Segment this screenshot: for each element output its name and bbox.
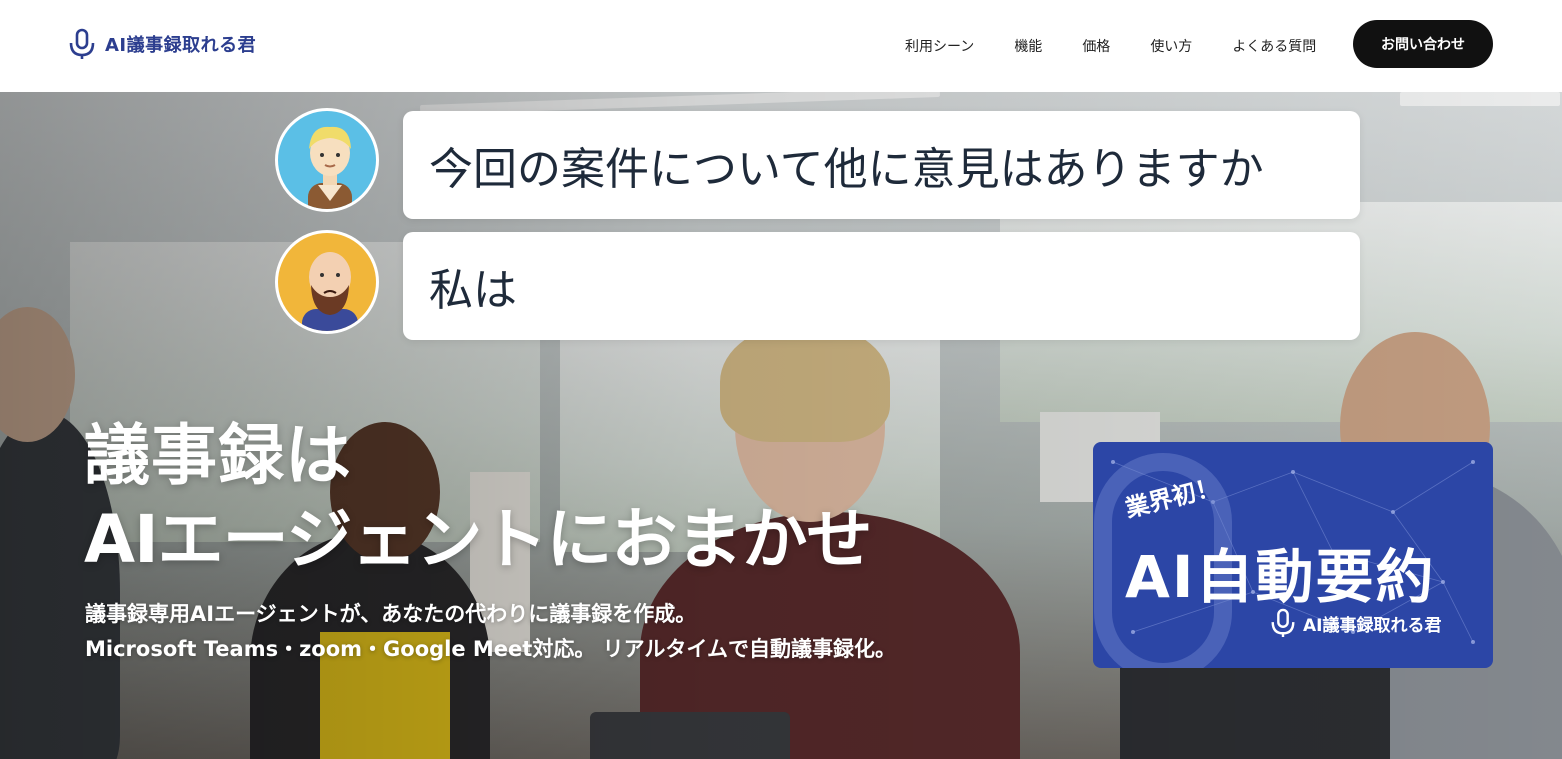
site-logo[interactable]: AI議事録取れる君 [67,28,256,60]
contact-button[interactable]: お問い合わせ [1353,20,1493,68]
nav-item-how-to-use[interactable]: 使い方 [1150,36,1192,56]
site-header: AI議事録取れる君 利用シーン 機能 価格 使い方 よくある質問 お問い合わせ [0,0,1562,92]
bearded-man-avatar [275,230,379,334]
nav-item-use-cases[interactable]: 利用シーン [905,36,974,56]
chat-bubble-reply: 私は [403,232,1360,340]
nav-item-pricing[interactable]: 価格 [1082,36,1110,56]
microphone-icon [69,28,95,59]
hero-headline: 議事録は AIエージェントにおまかせ [84,414,872,582]
hero-subtext: 議事録専用AIエージェントが、あなたの代わりに議事録を作成。 Microsoft… [85,597,896,667]
badge-logo-text: AI議事録取れる君 [1303,615,1442,636]
badge-logo: AI議事録取れる君 [1269,608,1441,638]
main-nav: 利用シーン 機能 価格 使い方 よくある質問 [905,0,1316,92]
chat-bubble-question: 今回の案件について他に意見はありますか [403,111,1360,219]
badge-main-label: AI自動要約 [1125,543,1436,611]
nav-item-faq[interactable]: よくある質問 [1232,36,1316,56]
nav-item-features[interactable]: 機能 [1014,36,1042,56]
subtext-line-2: Microsoft Teams・zoom・Google Meet対応。 リアルタ… [85,637,897,661]
headline-line-2: AIエージェントにおまかせ [84,501,872,578]
logo-text: AI議事録取れる君 [105,35,257,56]
headline-line-1: 議事録は [84,417,352,494]
subtext-line-1: 議事録専用AIエージェントが、あなたの代わりに議事録を作成。 [85,602,697,626]
microphone-icon [1271,608,1295,637]
ai-summary-badge: 業界初！ AI自動要約 AI議事録取れる君 [1093,442,1493,668]
hero-section: 今回の案件について他に意見はありますか 私は 議事録は AIエージェントにおまか… [0,92,1562,759]
blonde-man-avatar [275,108,379,212]
